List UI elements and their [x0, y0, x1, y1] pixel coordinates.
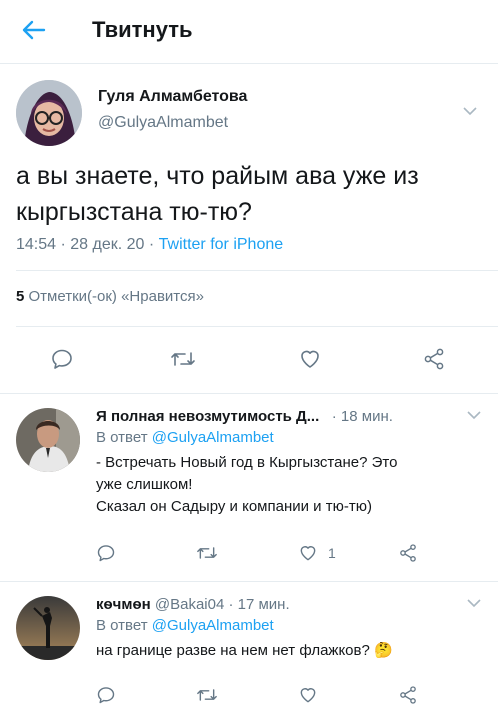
reply-header: кѳчмѳн @Bakai04 · 17 мин. [96, 596, 290, 613]
tweet-timestamp: 14:54 · 28 дек. 20 · [16, 236, 159, 253]
reply-button[interactable] [96, 682, 116, 708]
reply-text-line: уже слишком! [96, 476, 193, 493]
reply-timestamp: · 18 мин. [331, 408, 393, 425]
share-icon [400, 686, 416, 704]
like-button[interactable] [298, 682, 318, 708]
reply-author-name[interactable]: кѳчмѳн [96, 596, 151, 613]
like-button[interactable]: 1 [298, 540, 336, 566]
heart-icon [301, 350, 319, 368]
tweet-text: а вы знаете, что райым ава уже из кыргыз… [16, 162, 419, 226]
share-icon [424, 348, 444, 370]
retweet-icon [171, 352, 195, 366]
arrow-left-icon[interactable] [18, 14, 50, 46]
reply-icon [97, 545, 115, 562]
page-title: Твитнуть [92, 17, 193, 42]
reply-to: В ответ @GulyaAlmambet [96, 429, 274, 446]
reply-handle-time: @Bakai04 · 17 мин. [150, 596, 290, 613]
reply-actions [0, 682, 498, 710]
reply-author-name[interactable]: Я полная невозмутимость Д... [96, 408, 319, 425]
reply-text-line: Сказал он Садыру и компании и тю-тю) [96, 498, 372, 515]
avatar[interactable] [16, 408, 80, 472]
reply-icon [52, 349, 72, 369]
reply-to-handle[interactable]: @GulyaAlmambet [152, 617, 274, 634]
reply-button[interactable] [50, 346, 74, 372]
reply-to-label: В ответ [96, 429, 152, 446]
reply-to-label: В ответ [96, 617, 152, 634]
heart-icon [300, 546, 316, 561]
avatar[interactable] [16, 80, 82, 146]
tweet-source-link[interactable]: Twitter for iPhone [159, 236, 284, 253]
like-count: 1 [328, 545, 336, 561]
retweet-icon [197, 547, 217, 559]
chevron-down-icon[interactable] [466, 596, 482, 608]
chevron-down-icon[interactable] [466, 408, 482, 420]
author-name[interactable]: Гуля Алмамбетова [98, 88, 247, 106]
reply-tweet[interactable]: кѳчмѳн @Bakai04 · 17 мин. В ответ @Gulya… [0, 582, 498, 716]
avatar[interactable] [16, 596, 80, 660]
reply-text: - Встречать Новый год в Кыргызстане? Это… [96, 452, 480, 518]
reply-icon [97, 687, 115, 704]
reply-button[interactable] [96, 540, 116, 566]
reply-text: на границе разве на нем нет флажков? 🤔 [96, 642, 393, 659]
reply-actions: 1 [0, 540, 498, 568]
likes-count: 5 [16, 288, 25, 305]
share-button[interactable] [398, 682, 418, 708]
tweet-meta: 14:54 · 28 дек. 20 · Twitter for iPhone [16, 236, 283, 254]
share-button[interactable] [398, 540, 418, 566]
retweet-button[interactable] [196, 682, 218, 708]
main-tweet: Гуля Алмамбетова @GulyaAlmambet а вы зна… [0, 64, 498, 394]
heart-icon [300, 688, 316, 703]
retweet-button[interactable] [196, 540, 218, 566]
likes-summary[interactable]: 5 Отметки(-ок) «Нравится» [16, 288, 204, 305]
chevron-down-icon[interactable] [462, 104, 478, 116]
divider [16, 326, 498, 327]
reply-to-handle[interactable]: @GulyaAlmambet [152, 429, 274, 446]
retweet-icon [197, 689, 217, 701]
reply-to: В ответ @GulyaAlmambet [96, 617, 274, 634]
share-button[interactable] [422, 346, 446, 372]
retweet-button[interactable] [170, 346, 196, 372]
tweet-actions [0, 346, 498, 374]
reply-tweet[interactable]: Я полная невозмутимость Д... · 18 мин. В… [0, 394, 498, 582]
like-button[interactable] [298, 346, 322, 372]
top-bar: Твитнуть [0, 0, 498, 64]
reply-header: Я полная невозмутимость Д... · 18 мин. [96, 408, 393, 425]
divider [16, 270, 498, 271]
reply-text-line: - Встречать Новый год в Кыргызстане? Это [96, 454, 398, 471]
author-handle[interactable]: @GulyaAlmambet [98, 114, 228, 132]
share-icon [400, 544, 416, 562]
likes-label: Отметки(-ок) «Нравится» [28, 288, 204, 305]
